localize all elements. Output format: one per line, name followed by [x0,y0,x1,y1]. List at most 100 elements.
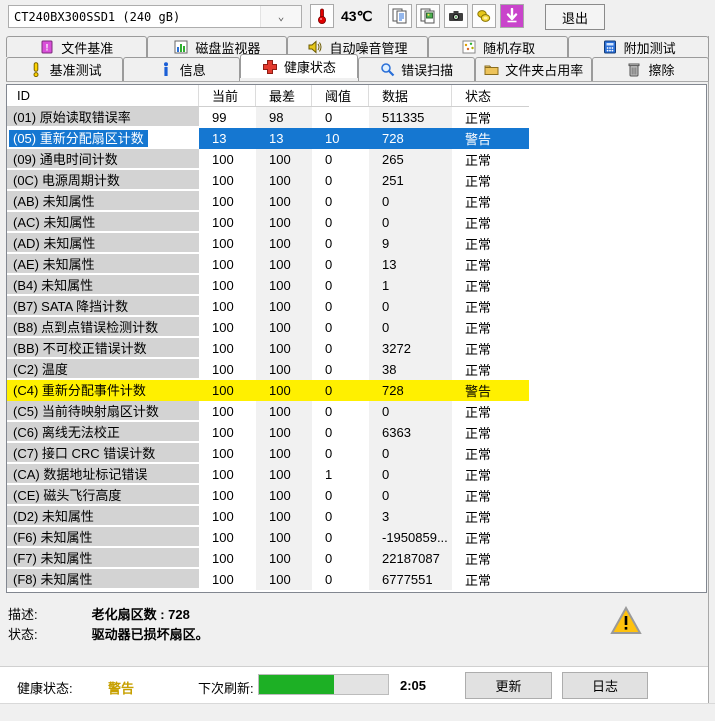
table-row[interactable]: (BB) 不可校正错误计数 100 100 0 3272 正常 [7,338,529,359]
table-row[interactable]: (05) 重新分配扇区计数 13 13 10 728 警告 [7,128,529,149]
attribute-id-cell: (0C) 电源周期计数 [7,170,199,191]
table-row[interactable]: (CE) 磁头飞行高度 100 100 0 0 正常 [7,485,529,506]
panel-right-border [708,36,709,703]
refresh-countdown: 2:05 [400,678,427,693]
column-header-status: 状态 [452,85,529,106]
attribute-id-cell: (C4) 重新分配事件计数 [7,380,199,401]
current-cell: 100 [199,380,256,401]
data-cell: 251 [369,170,452,191]
table-row[interactable]: (CA) 数据地址标记错误 100 100 1 0 正常 [7,464,529,485]
table-row[interactable]: (C7) 接口 CRC 错误计数 100 100 0 0 正常 [7,443,529,464]
coins-button[interactable] [472,4,496,28]
tab-benchmark[interactable]: 基准测试 [6,57,124,81]
table-row[interactable]: (0C) 电源周期计数 100 100 0 251 正常 [7,170,529,191]
column-header-current: 当前 [199,85,256,106]
copy-image-button[interactable] [416,4,440,28]
tab-info[interactable]: 信息 [123,57,241,81]
copy-text-button[interactable] [388,4,412,28]
tab-folder-usage[interactable]: 文件夹占用率 [474,57,592,81]
table-row[interactable]: (D2) 未知属性 100 100 0 3 正常 [7,506,529,527]
status-cell: 正常 [452,212,529,233]
table-row[interactable]: (F6) 未知属性 100 100 0 -1950859... 正常 [7,527,529,548]
camera-icon [449,11,463,21]
status-cell: 警告 [452,128,529,149]
threshold-cell: 1 [312,464,369,485]
current-cell: 100 [199,422,256,443]
current-cell: 100 [199,506,256,527]
tab-error-scan[interactable]: 错误扫描 [357,57,475,81]
worst-cell: 100 [256,464,312,485]
table-row[interactable]: (AE) 未知属性 100 100 0 13 正常 [7,254,529,275]
threshold-cell: 0 [312,275,369,296]
worst-cell: 98 [256,107,312,128]
update-button[interactable]: 更新 [465,672,552,699]
tab-random-access[interactable]: 随机存取 [427,36,569,57]
tab-label: 文件夹占用率 [505,63,584,78]
speaker-icon [307,39,323,55]
data-cell: 6777551 [369,569,452,590]
tab-label: 文件基准 [61,40,114,56]
current-cell: 100 [199,359,256,380]
trash-icon [626,62,642,78]
column-header-id: ID [7,85,199,106]
worst-cell: 100 [256,443,312,464]
log-button[interactable]: 日志 [562,672,648,699]
table-row[interactable]: (C4) 重新分配事件计数 100 100 0 728 警告 [7,380,529,401]
screenshot-button[interactable] [444,4,468,28]
download-button[interactable] [500,4,524,28]
status-cell: 正常 [452,296,529,317]
attribute-id-cell: (CA) 数据地址标记错误 [7,464,199,485]
tab-extra-tests[interactable]: 附加测试 [568,36,709,57]
description-value: 老化扇区数 : 728 [91,607,190,622]
table-row[interactable]: (C5) 当前待映射扇区计数 100 100 0 0 正常 [7,401,529,422]
exit-button-label: 退出 [561,10,588,26]
status-cell: 正常 [452,359,529,380]
threshold-cell: 0 [312,191,369,212]
attribute-id-cell: (BB) 不可校正错误计数 [7,338,199,359]
table-row[interactable]: (B7) SATA 降挡计数 100 100 0 0 正常 [7,296,529,317]
refresh-progress-fill [259,675,334,694]
exit-button[interactable]: 退出 [545,4,605,30]
threshold-cell: 0 [312,359,369,380]
table-row[interactable]: (F8) 未知属性 100 100 0 6777551 正常 [7,569,529,590]
table-row[interactable]: (B4) 未知属性 100 100 0 1 正常 [7,275,529,296]
table-row[interactable]: (AB) 未知属性 100 100 0 0 正常 [7,191,529,212]
worst-cell: 100 [256,422,312,443]
attribute-id-cell: (F7) 未知属性 [7,548,199,569]
column-header-threshold: 阈值 [312,85,369,106]
data-cell: 38 [369,359,452,380]
table-row[interactable]: (F7) 未知属性 100 100 0 22187087 正常 [7,548,529,569]
data-cell: -1950859... [369,527,452,548]
tab-file-benchmark[interactable]: ! 文件基准 [6,36,147,57]
tab-label: 健康状态 [283,60,336,75]
table-row[interactable]: (B8) 点到点错误检测计数 100 100 0 0 正常 [7,317,529,338]
table-row[interactable]: (01) 原始读取错误率 99 98 0 511335 正常 [7,107,529,128]
current-cell: 100 [199,191,256,212]
status-cell: 正常 [452,464,529,485]
threshold-cell: 0 [312,380,369,401]
status-cell: 正常 [452,338,529,359]
column-header-data: 数据 [369,85,452,106]
current-cell: 100 [199,338,256,359]
tab-health-status[interactable]: 健康状态 [240,54,358,78]
table-row[interactable]: (C6) 离线无法校正 100 100 0 6363 正常 [7,422,529,443]
threshold-cell: 0 [312,506,369,527]
current-cell: 100 [199,317,256,338]
tab-erase[interactable]: 擦除 [591,57,710,81]
current-cell: 100 [199,212,256,233]
table-row[interactable]: (AD) 未知属性 100 100 0 9 正常 [7,233,529,254]
worst-cell: 100 [256,401,312,422]
tab-label: 错误扫描 [401,63,454,78]
table-row[interactable]: (AC) 未知属性 100 100 0 0 正常 [7,212,529,233]
table-row[interactable]: (C2) 温度 100 100 0 38 正常 [7,359,529,380]
threshold-cell: 0 [312,296,369,317]
worst-cell: 100 [256,149,312,170]
table-row[interactable]: (09) 通电时间计数 100 100 0 265 正常 [7,149,529,170]
table-header-row: ID 当前 最差 阈值 数据 状态 [7,85,529,107]
status-cell: 正常 [452,548,529,569]
drive-select-combobox[interactable]: CT240BX300SSD1 (240 gB) ⌄ [8,5,302,28]
copy-image-icon [420,8,435,24]
attribute-id-cell: (F6) 未知属性 [7,527,199,548]
tab-label: 附加测试 [623,40,676,56]
attribute-id-cell: (C5) 当前待映射扇区计数 [7,401,199,422]
